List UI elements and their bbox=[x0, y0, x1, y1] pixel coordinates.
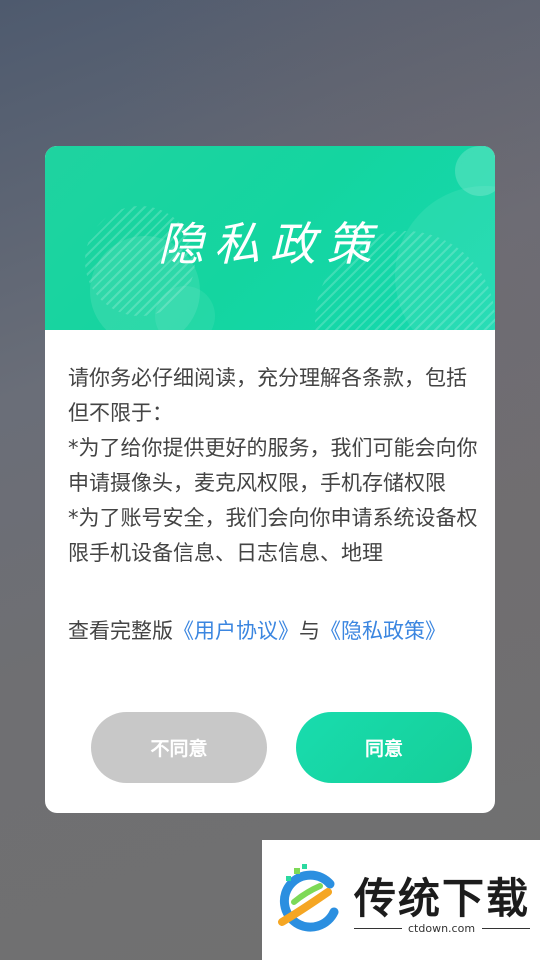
site-watermark: 传统下载 ctdown.com bbox=[262, 840, 540, 960]
privacy-policy-link[interactable]: 《隐私政策》 bbox=[320, 619, 446, 643]
user-agreement-link[interactable]: 《用户协议》 bbox=[173, 619, 299, 643]
dialog-title: 隐私政策 bbox=[158, 217, 382, 271]
disagree-button[interactable]: 不同意 bbox=[91, 712, 267, 783]
links-prefix: 查看完整版 bbox=[68, 619, 173, 643]
policy-paragraph: 请你务必仔细阅读，充分理解各条款，包括但不限于： bbox=[68, 366, 467, 425]
brand-divider bbox=[354, 928, 402, 929]
policy-text-scroll[interactable]: 请你务必仔细阅读，充分理解各条款，包括但不限于： *为了给你提供更好的服务，我们… bbox=[68, 361, 478, 583]
brand-name: 传统下载 bbox=[354, 874, 531, 923]
policy-paragraph: *为了给你提供更好的服务，我们可能会向你申请摄像头，麦克风权限，手机存储权限 bbox=[68, 436, 478, 495]
brand-url: ctdown.com bbox=[408, 922, 476, 935]
dialog-banner: 隐私政策 bbox=[45, 146, 495, 330]
agreement-links-line: 查看完整版《用户协议》与《隐私政策》 bbox=[68, 614, 468, 648]
brand-divider bbox=[482, 928, 530, 929]
links-joiner: 与 bbox=[299, 619, 320, 643]
privacy-dialog: 隐私政策 请你务必仔细阅读，充分理解各条款，包括但不限于： *为了给你提供更好的… bbox=[45, 146, 495, 813]
agree-button[interactable]: 同意 bbox=[296, 712, 472, 783]
brand-logo-icon bbox=[278, 864, 339, 932]
policy-paragraph: *为了账号安全，我们会向你申请系统设备权限手机设备信息、日志信息、地理 bbox=[68, 506, 478, 565]
